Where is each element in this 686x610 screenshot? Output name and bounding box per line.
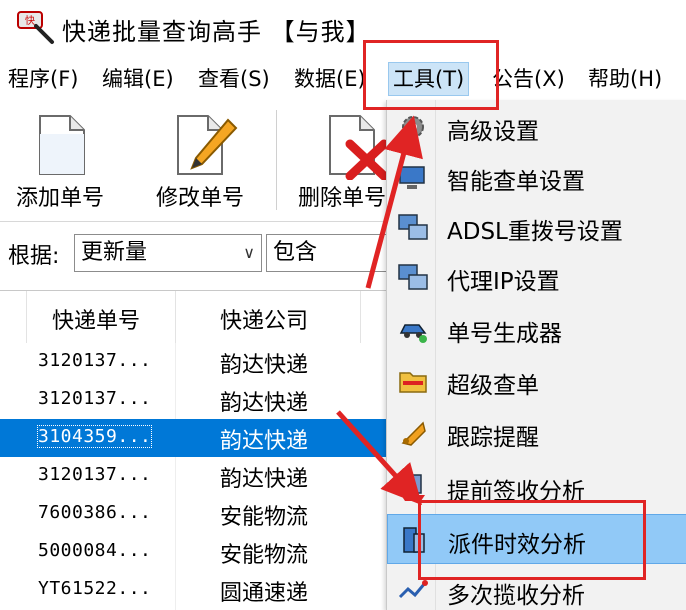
window-title: 快递批量查询高手 【与我】 [62, 18, 371, 46]
car-icon [399, 324, 427, 343]
carrier-cell: 安能物流 [220, 505, 309, 530]
carrier-cell: 安能物流 [220, 543, 309, 568]
delete-tracking-label: 删除单号 [297, 186, 386, 211]
filter-field-select[interactable]: 更新量 ∨ [74, 234, 262, 272]
carrier-cell: 韵达快递 [220, 353, 309, 378]
menu-program[interactable]: 程序(F) [8, 64, 78, 94]
menu-item-smart-query-settings[interactable]: 智能查单设置 [387, 152, 686, 202]
table-row[interactable]: 7600386... 安能物流 [0, 495, 390, 533]
add-tracking-label: 添加单号 [15, 186, 104, 211]
menu-item-label: 超级查单 [447, 373, 539, 399]
menu-item-super-query[interactable]: 超级查单 [387, 356, 686, 406]
menu-bar: 程序(F) 编辑(E) 查看(S) 数据(E) 工具(T) 公告(X) 帮助(H… [0, 58, 686, 100]
column-header-carrier[interactable]: 快递公司 [220, 303, 308, 335]
table-row[interactable]: 3120137... 韵达快递 [0, 457, 390, 495]
menu-view[interactable]: 查看(S) [198, 64, 270, 94]
menu-item-label: ADSL重拨号设置 [447, 219, 623, 245]
gear-icon [402, 116, 424, 138]
list-header: 快递单号 快递公司 [0, 291, 390, 343]
svg-text:快: 快 [25, 15, 35, 27]
menu-item-tracking-reminder[interactable]: 跟踪提醒 [387, 408, 686, 458]
stamp-icon [401, 474, 425, 501]
table-row[interactable]: YT61522... 圆通速递 [0, 571, 390, 609]
app-logo-icon: 快 [17, 11, 54, 44]
carrier-cell: 圆通速递 [220, 581, 309, 606]
menu-item-adsl-redial-settings[interactable]: ADSL重拨号设置 [387, 202, 686, 252]
filter-label: 根据: [8, 244, 60, 269]
menu-edit[interactable]: 编辑(E) [102, 64, 174, 94]
tracking-no-cell: 3120137... [38, 388, 152, 409]
edit-tracking-label: 修改单号 [155, 186, 244, 211]
monitor-icon [399, 166, 425, 189]
annotation-box-tools-menu [363, 40, 499, 110]
add-tracking-button[interactable]: 添加单号 [0, 108, 120, 212]
column-divider [360, 291, 361, 343]
column-header-tracking-no[interactable]: 快递单号 [52, 303, 140, 335]
table-row[interactable]: 3120137... 韵达快递 [0, 381, 390, 419]
filter-field-value: 更新量 [81, 240, 148, 265]
tracking-no-cell: 5000084... [38, 540, 152, 561]
menu-help[interactable]: 帮助(H) [588, 64, 662, 94]
tracking-no-cell: 3104359... [36, 425, 153, 448]
bell-icon [401, 421, 426, 446]
toolbar-separator [276, 110, 277, 210]
menu-item-proxy-ip-settings[interactable]: 代理IP设置 [387, 252, 686, 302]
menu-notice[interactable]: 公告(X) [492, 64, 565, 94]
menu-item-label: 代理IP设置 [447, 269, 560, 295]
tracking-no-cell: 7600386... [38, 502, 152, 523]
carrier-cell: 韵达快递 [220, 467, 309, 492]
document-icon [39, 115, 85, 175]
tracking-no-cell: 3120137... [38, 350, 152, 371]
edit-document-icon [177, 115, 238, 175]
menu-item-label: 高级设置 [447, 119, 539, 145]
network-icon [398, 214, 428, 240]
title-bar: 快 快递批量查询高手 【与我】 [0, 0, 686, 58]
filter-operator-select[interactable]: 包含 [266, 234, 390, 272]
menu-item-label: 多次揽收分析 [447, 583, 585, 609]
column-divider [175, 291, 176, 343]
network-icon [398, 264, 428, 290]
menu-item-label: 跟踪提醒 [447, 425, 539, 451]
tracking-list: 快递单号 快递公司 3120137... 韵达快递 3120137... 韵达快… [0, 290, 390, 610]
carrier-cell: 韵达快递 [220, 391, 309, 416]
tracking-no-cell: 3120137... [38, 464, 152, 485]
table-row[interactable]: 5000084... 安能物流 [0, 533, 390, 571]
table-row[interactable]: 3120137... 韵达快递 [0, 343, 390, 381]
delete-tracking-button[interactable]: 删除单号 [292, 108, 392, 212]
delete-document-icon [329, 115, 389, 180]
column-divider [26, 291, 27, 343]
menu-item-number-generator[interactable]: 单号生成器 [387, 304, 686, 354]
menu-item-label: 单号生成器 [447, 321, 562, 347]
carrier-cell: 韵达快递 [220, 429, 309, 454]
folder-icon [399, 372, 427, 393]
edit-tracking-button[interactable]: 修改单号 [140, 108, 260, 212]
filter-operator-value: 包含 [273, 240, 318, 265]
annotation-box-dispatch-analysis [418, 500, 646, 580]
table-row-selected[interactable]: 3104359... 韵达快递 [0, 419, 390, 457]
menu-item-label: 智能查单设置 [447, 169, 585, 195]
menu-data[interactable]: 数据(E) [294, 64, 366, 94]
tracking-no-cell: YT61522... [38, 578, 152, 599]
chevron-down-icon: ∨ [243, 243, 255, 262]
